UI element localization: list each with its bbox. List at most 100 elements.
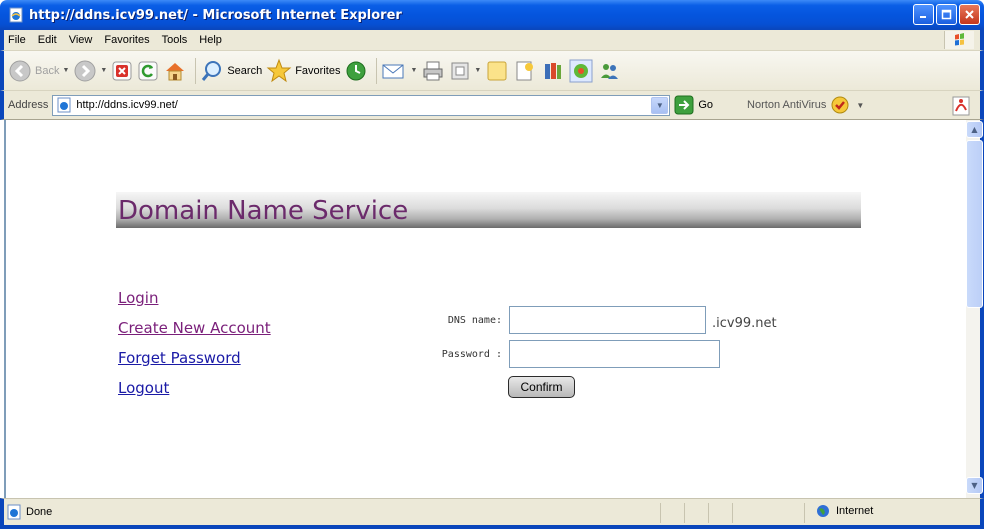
address-bar: Address http://ddns.icv99.net/ ▼ Go Nort…: [0, 90, 984, 120]
address-url: http://ddns.icv99.net/: [76, 99, 178, 111]
domain-suffix: .icv99.net: [712, 316, 777, 331]
ie-page-icon: [9, 7, 23, 23]
users-icon: [601, 63, 619, 79]
edit-page-icon: [451, 62, 469, 79]
chevron-up-icon: ▲: [971, 125, 978, 134]
toolbar: Back ▼ ▼ Search Favorites ▼ ▼: [0, 50, 984, 90]
norton-label: Norton AntiVirus: [747, 99, 827, 111]
go-arrow-icon: [674, 95, 694, 115]
contacts-button[interactable]: [597, 59, 621, 83]
history-icon: [346, 61, 366, 80]
back-arrow-icon: [9, 60, 31, 81]
dns-name-input[interactable]: [509, 306, 706, 334]
create-account-link[interactable]: Create New Account: [118, 318, 271, 339]
home-button[interactable]: [163, 59, 187, 83]
chevron-down-icon[interactable]: ▼: [474, 67, 481, 74]
discuss-button[interactable]: [485, 59, 509, 83]
scroll-up-button[interactable]: ▲: [966, 121, 983, 138]
separator: [195, 57, 197, 84]
forward-button[interactable]: ▼: [73, 59, 107, 83]
chevron-down-icon[interactable]: ▼: [856, 101, 864, 110]
mail-icon: [382, 64, 404, 78]
chevron-down-icon[interactable]: ▼: [62, 67, 69, 74]
globe-icon: [817, 505, 829, 517]
chevron-down-icon[interactable]: ▼: [100, 67, 107, 74]
scroll-down-button[interactable]: ▼: [966, 477, 983, 494]
status-divider: [684, 503, 685, 523]
menu-view[interactable]: View: [63, 34, 99, 46]
separator: [376, 57, 378, 84]
chevron-down-icon: ▼: [971, 481, 978, 490]
menu-bar: File Edit View Favorites Tools Help: [0, 30, 984, 50]
window-title: http://ddns.icv99.net/ - Microsoft Inter…: [29, 7, 402, 23]
refresh-button[interactable]: [137, 60, 159, 82]
menu-file[interactable]: File: [4, 34, 32, 46]
icq-button[interactable]: [569, 59, 593, 83]
title-bar[interactable]: http://ddns.icv99.net/ - Microsoft Inter…: [0, 0, 984, 30]
chevron-down-icon: ▼: [655, 100, 664, 110]
favorites-button[interactable]: Favorites: [266, 58, 340, 84]
edit-button[interactable]: ▼: [449, 60, 481, 82]
menu-help[interactable]: Help: [193, 34, 228, 46]
vertical-scrollbar[interactable]: ▲ ▼: [966, 120, 984, 498]
refresh-icon: [138, 61, 158, 80]
address-label: Address: [8, 99, 49, 111]
norton-shield-icon: [831, 96, 849, 114]
status-divider: [732, 503, 733, 523]
address-dropdown-button[interactable]: ▼: [651, 96, 669, 114]
close-button[interactable]: [959, 4, 980, 25]
forward-arrow-icon: [74, 60, 96, 81]
status-divider: [660, 503, 661, 523]
password-label: Password :: [441, 349, 502, 360]
logout-link[interactable]: Logout: [118, 378, 271, 399]
password-input[interactable]: [509, 340, 720, 368]
ie-page-icon: [57, 97, 71, 113]
status-text: Done: [26, 506, 53, 518]
page-content: Domain Name Service Login Create New Acc…: [4, 120, 966, 498]
star-icon: [266, 58, 292, 82]
search-icon: [202, 60, 222, 81]
stop-icon: [112, 61, 132, 80]
mail-button[interactable]: ▼: [381, 60, 417, 82]
windows-logo-icon: [944, 31, 974, 49]
security-zone[interactable]: Internet: [816, 504, 873, 518]
maximize-icon: [941, 9, 952, 20]
flower-icon: [569, 59, 593, 82]
norton-antivirus-button[interactable]: Norton AntiVirus ▼: [747, 95, 864, 115]
address-input[interactable]: http://ddns.icv99.net/ ▼: [52, 94, 671, 116]
scrollbar-thumb[interactable]: [966, 140, 983, 308]
close-icon: [965, 10, 974, 19]
minimize-icon: [920, 16, 926, 18]
home-icon: [166, 62, 185, 80]
dns-name-label: DNS name:: [447, 315, 502, 326]
ie-page-icon: [7, 504, 21, 520]
page-banner: Domain Name Service: [116, 192, 861, 228]
pdf-icon[interactable]: [950, 95, 972, 117]
research-button[interactable]: [513, 59, 537, 83]
messenger-button[interactable]: [541, 59, 565, 83]
printer-icon: [423, 61, 443, 80]
maximize-button[interactable]: [936, 4, 957, 25]
status-bar: Done Internet: [0, 498, 984, 529]
stop-button[interactable]: [111, 60, 133, 82]
page-title: Domain Name Service: [118, 196, 409, 226]
forget-password-link[interactable]: Forget Password: [118, 348, 271, 369]
books-icon: [545, 62, 562, 79]
print-button[interactable]: [421, 59, 445, 83]
search-button[interactable]: Search: [200, 59, 262, 83]
minimize-button[interactable]: [913, 4, 934, 25]
note-icon: [487, 61, 507, 80]
research-icon: [516, 61, 534, 80]
status-divider: [708, 503, 709, 523]
menu-tools[interactable]: Tools: [156, 34, 194, 46]
go-button[interactable]: Go: [674, 95, 713, 115]
status-divider: [804, 503, 805, 523]
confirm-button[interactable]: Confirm: [508, 376, 575, 398]
back-button[interactable]: Back ▼: [8, 59, 69, 83]
login-link[interactable]: Login: [118, 288, 271, 309]
chevron-down-icon[interactable]: ▼: [410, 67, 417, 74]
zone-label: Internet: [836, 505, 874, 517]
menu-edit[interactable]: Edit: [32, 34, 63, 46]
history-button[interactable]: [344, 59, 368, 83]
menu-favorites[interactable]: Favorites: [98, 34, 155, 46]
